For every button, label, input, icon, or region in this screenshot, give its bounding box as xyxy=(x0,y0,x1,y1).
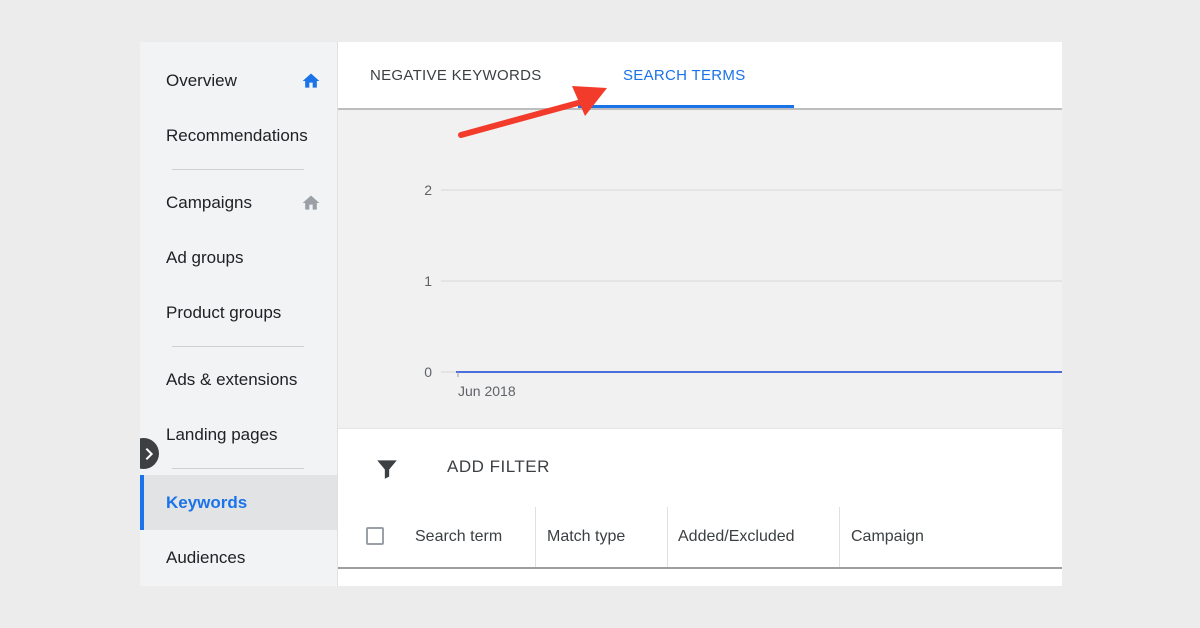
sidebar-item-label: Keywords xyxy=(166,492,248,512)
sidebar-item-overview[interactable]: Overview xyxy=(140,53,337,108)
column-divider xyxy=(839,507,840,567)
filter-bar: ADD FILTER xyxy=(338,428,1062,508)
sidebar-item-recommendations[interactable]: Recommendations xyxy=(140,108,337,163)
column-divider xyxy=(535,507,536,567)
sidebar-item-label: Product groups xyxy=(166,302,282,322)
home-icon xyxy=(302,73,320,88)
sidebar-nav: Overview Recommendations Campaigns Ad gr… xyxy=(140,42,338,586)
home-icon xyxy=(302,195,320,210)
tab-search-terms[interactable]: SEARCH TERMS xyxy=(623,42,746,108)
sidebar-item-product-groups[interactable]: Product groups xyxy=(140,285,337,340)
y-tick-label: 1 xyxy=(424,273,432,289)
app-frame: Overview Recommendations Campaigns Ad gr… xyxy=(140,42,1062,586)
chart-svg: 0 1 2 Jun 2018 xyxy=(424,182,1062,399)
column-header-search-term[interactable]: Search term xyxy=(415,507,502,567)
sidebar-divider xyxy=(172,346,304,347)
sidebar-item-audiences[interactable]: Audiences xyxy=(140,530,337,585)
tab-negative-keywords[interactable]: NEGATIVE KEYWORDS xyxy=(370,42,542,108)
sidebar-item-label: Overview xyxy=(166,70,237,90)
tab-bar: NEGATIVE KEYWORDS SEARCH TERMS xyxy=(338,42,1062,110)
sidebar-item-landing-pages[interactable]: Landing pages xyxy=(140,407,337,462)
sidebar-item-keywords[interactable]: Keywords xyxy=(140,475,337,530)
y-tick-label: 2 xyxy=(424,182,432,198)
sidebar-item-label: Ads & extensions xyxy=(166,369,298,389)
y-tick-label: 0 xyxy=(424,364,432,380)
sidebar-item-ads-extensions[interactable]: Ads & extensions xyxy=(140,352,337,407)
sidebar-item-label: Audiences xyxy=(166,547,246,567)
tab-selected-indicator xyxy=(578,105,794,108)
x-tick-label: Jun 2018 xyxy=(458,383,516,399)
column-header-match-type[interactable]: Match type xyxy=(547,507,625,567)
column-divider xyxy=(667,507,668,567)
sidebar-divider xyxy=(172,169,304,170)
performance-chart: 0 1 2 Jun 2018 xyxy=(338,110,1062,428)
sidebar-item-label: Campaigns xyxy=(166,192,252,212)
sidebar-item-label: Ad groups xyxy=(166,247,244,267)
sidebar-item-label: Landing pages xyxy=(166,424,278,444)
column-header-added-excluded[interactable]: Added/Excluded xyxy=(678,507,795,567)
main-content: NEGATIVE KEYWORDS SEARCH TERMS 0 1 2 Jun 20… xyxy=(338,42,1062,586)
sidebar-item-ad-groups[interactable]: Ad groups xyxy=(140,230,337,285)
column-header-campaign[interactable]: Campaign xyxy=(851,507,924,567)
chevron-right-icon xyxy=(145,447,153,460)
select-all-checkbox[interactable] xyxy=(366,527,384,545)
sidebar-item-label: Recommendations xyxy=(166,125,308,145)
sidebar-divider xyxy=(172,468,304,469)
filter-icon[interactable] xyxy=(374,456,400,482)
sidebar-item-campaigns[interactable]: Campaigns xyxy=(140,175,337,230)
add-filter-button[interactable]: ADD FILTER xyxy=(447,457,550,477)
table-header: Search term Match type Added/Excluded Ca… xyxy=(338,507,1062,569)
